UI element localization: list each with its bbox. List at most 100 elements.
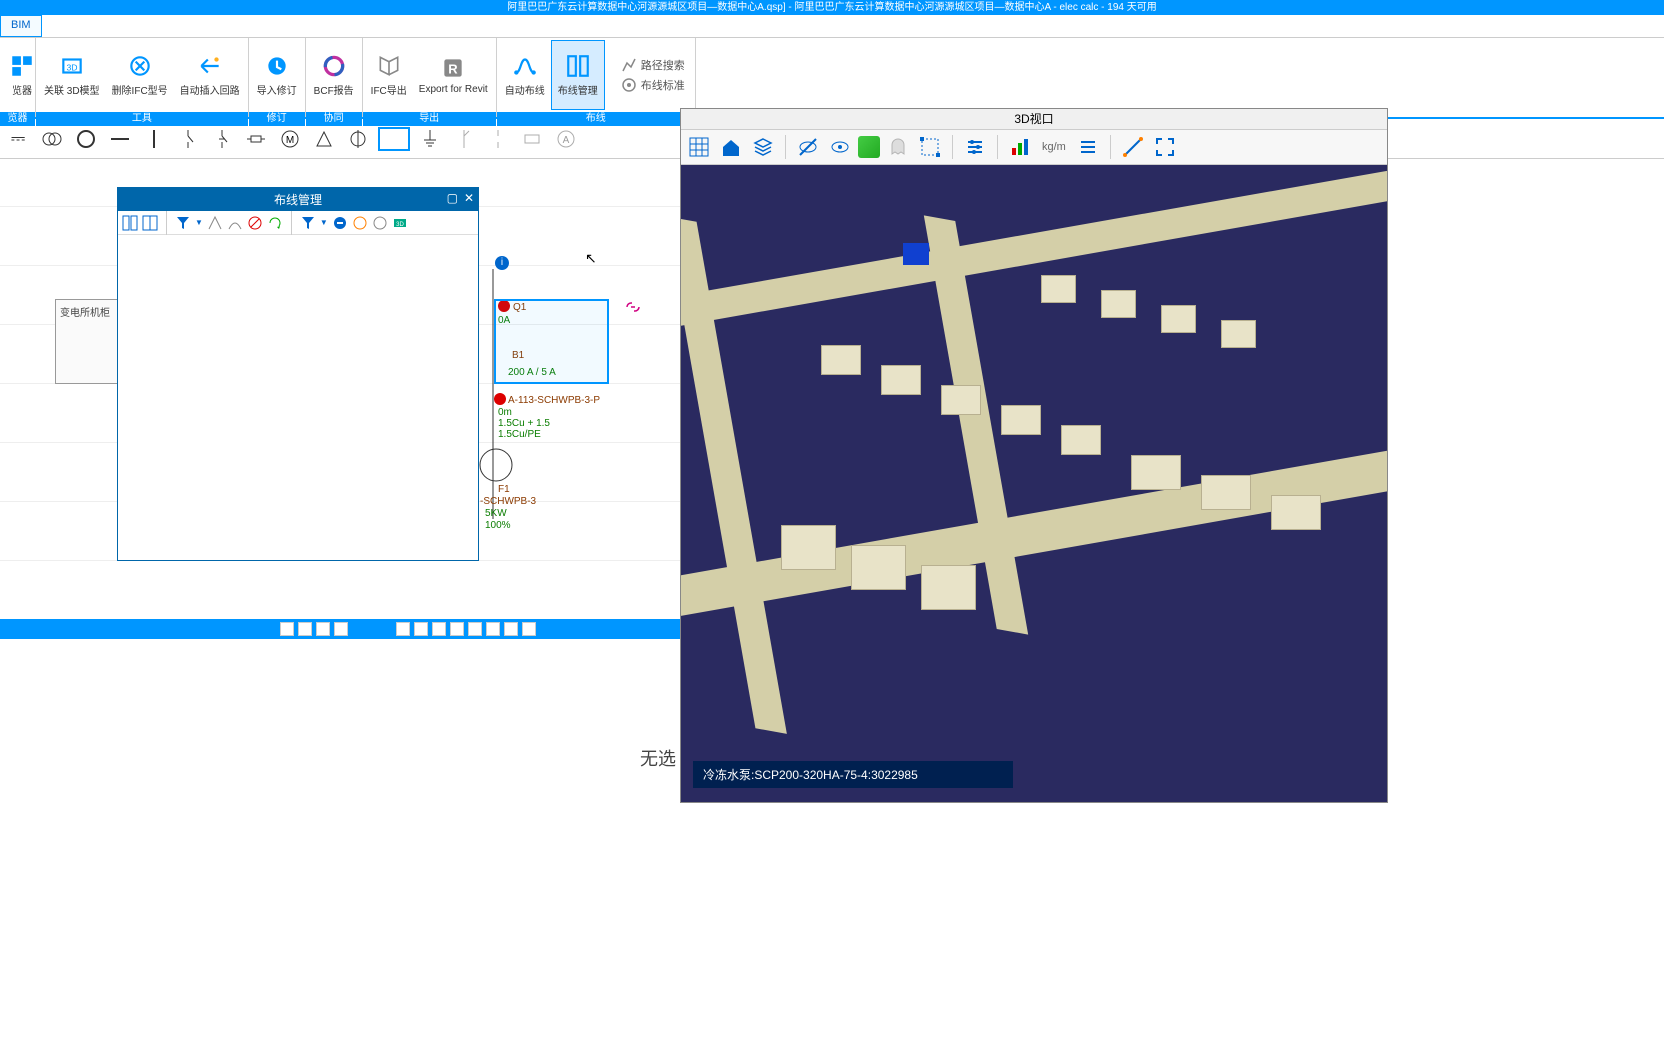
- path-search-button[interactable]: 路径搜索: [613, 55, 693, 75]
- filter-icon[interactable]: [175, 215, 191, 231]
- sb-view-6[interactable]: [486, 622, 500, 636]
- status-icon[interactable]: [352, 215, 368, 231]
- chart-icon[interactable]: [1006, 133, 1034, 161]
- filter2-dropdown-icon[interactable]: ▼: [320, 218, 328, 227]
- panel-box[interactable]: 变电所机柜: [55, 299, 120, 384]
- sb-view-2[interactable]: [414, 622, 428, 636]
- selected-3d-object[interactable]: [903, 243, 929, 265]
- viewport-canvas[interactable]: 冷冻水泵:SCP200-320HA-75-4:3022985: [681, 165, 1387, 802]
- panel-content[interactable]: [118, 235, 478, 560]
- bcf-report-button[interactable]: BCF报告: [308, 40, 360, 110]
- symbol-source[interactable]: ⎓: [4, 125, 32, 153]
- fit-icon[interactable]: [1151, 133, 1179, 161]
- symbol-box[interactable]: [518, 125, 546, 153]
- delete-ifc-button[interactable]: 删除IFC型号: [106, 40, 174, 110]
- sb-view-4[interactable]: [450, 622, 464, 636]
- error-icon[interactable]: [494, 393, 506, 405]
- symbol-disconnector[interactable]: [242, 125, 270, 153]
- select-box-icon[interactable]: [916, 133, 944, 161]
- viewport-toolbar: kg/m: [681, 129, 1387, 165]
- symbol-motor[interactable]: M: [276, 125, 304, 153]
- ribbon: 览器 览器 3D关联 3D模型 删除IFC型号 自动插入回路 工具 导入修订 修…: [0, 38, 1664, 119]
- grid-icon[interactable]: [685, 133, 713, 161]
- sb-view-8[interactable]: [522, 622, 536, 636]
- route-standard-button[interactable]: 布线标准: [613, 75, 693, 95]
- view3d-icon[interactable]: 3D: [392, 215, 408, 231]
- symbol-switch[interactable]: [174, 125, 202, 153]
- solid-icon[interactable]: [858, 136, 880, 158]
- sb-view-5[interactable]: [468, 622, 482, 636]
- layout-icon[interactable]: [122, 215, 138, 231]
- column-icon[interactable]: [142, 215, 158, 231]
- link-icon: [625, 299, 641, 315]
- svg-text:3D: 3D: [66, 62, 77, 72]
- route-management-button[interactable]: 布线管理: [551, 40, 605, 110]
- viewport-title: 3D视口: [681, 109, 1387, 129]
- export-revit-button[interactable]: RExport for Revit: [413, 40, 494, 110]
- sb-view-1[interactable]: [396, 622, 410, 636]
- symbol-contact[interactable]: [484, 125, 512, 153]
- symbol-ground[interactable]: [416, 125, 444, 153]
- window-title-bar: 阿里巴巴广东云计算数据中心河源源城区项目—数据中心A.qsp] - 阿里巴巴广东…: [0, 0, 1664, 15]
- kg-unit-label: kg/m: [1038, 141, 1070, 153]
- status-bar: [0, 619, 680, 639]
- symbol-transformer[interactable]: [38, 125, 66, 153]
- close-icon[interactable]: ✕: [464, 191, 474, 205]
- symbol-line[interactable]: [140, 125, 168, 153]
- hide-icon[interactable]: [794, 133, 822, 161]
- window-title: 阿里巴巴广东云计算数据中心河源源城区项目—数据中心A.qsp] - 阿里巴巴广东…: [507, 2, 1157, 13]
- refresh-icon[interactable]: [267, 215, 283, 231]
- settings-icon[interactable]: [961, 133, 989, 161]
- status2-icon[interactable]: [372, 215, 388, 231]
- no-selection-label: 无选: [640, 745, 676, 771]
- symbol-generator[interactable]: [72, 125, 100, 153]
- list-icon[interactable]: [1074, 133, 1102, 161]
- measure-icon[interactable]: [1119, 133, 1147, 161]
- sb-view-3[interactable]: [432, 622, 446, 636]
- symbol-breaker[interactable]: [208, 125, 236, 153]
- filter2-icon[interactable]: [300, 215, 316, 231]
- svg-text:A: A: [563, 135, 570, 146]
- panel-toolbar: ▼ ▼ 3D: [118, 211, 478, 235]
- symbol-busbar[interactable]: [106, 125, 134, 153]
- auto-route-button[interactable]: 自动布线: [499, 40, 551, 110]
- import-revision-button[interactable]: 导入修订: [251, 40, 303, 110]
- sb-view-7[interactable]: [504, 622, 518, 636]
- sb-tool-3[interactable]: [316, 622, 330, 636]
- path-a-icon[interactable]: [207, 215, 223, 231]
- viewport-3d: 3D视口 kg/m: [680, 108, 1388, 803]
- viewport-status-bar: 冷冻水泵:SCP200-320HA-75-4:3022985: [693, 761, 1013, 788]
- filter-dropdown-icon[interactable]: ▼: [195, 218, 203, 227]
- symbol-delta[interactable]: [310, 125, 338, 153]
- svg-text:M: M: [286, 135, 294, 146]
- symbol-ct[interactable]: [344, 125, 372, 153]
- show-icon[interactable]: [826, 133, 854, 161]
- cancel-icon[interactable]: [247, 215, 263, 231]
- ifc-export-button[interactable]: IFC导出: [365, 40, 413, 110]
- maximize-icon[interactable]: ▢: [447, 191, 458, 205]
- panel-title-bar[interactable]: 布线管理 ▢ ✕: [118, 188, 478, 211]
- cable-label: A-113-SCHWPB-3-P: [508, 394, 600, 407]
- path-b-icon[interactable]: [227, 215, 243, 231]
- symbol-junction[interactable]: [450, 125, 478, 153]
- selection-box: [494, 299, 609, 384]
- svg-text:3D: 3D: [396, 222, 404, 228]
- remove-icon[interactable]: [332, 215, 348, 231]
- link-3d-model-button[interactable]: 3D关联 3D模型: [38, 40, 106, 110]
- home-icon[interactable]: [717, 133, 745, 161]
- cable-pe: 1.5Cu/PE: [498, 428, 541, 441]
- sb-tool-2[interactable]: [298, 622, 312, 636]
- symbol-panel[interactable]: [378, 127, 410, 151]
- routing-management-panel[interactable]: 布线管理 ▢ ✕ ▼ ▼ 3D: [117, 187, 479, 561]
- auto-insert-loop-button[interactable]: 自动插入回路: [174, 40, 246, 110]
- sb-tool-4[interactable]: [334, 622, 348, 636]
- symbol-ammeter[interactable]: A: [552, 125, 580, 153]
- tab-bim[interactable]: BIM: [0, 15, 42, 37]
- layers-icon[interactable]: [749, 133, 777, 161]
- info-icon[interactable]: i: [495, 256, 509, 270]
- sb-tool-1[interactable]: [280, 622, 294, 636]
- svg-text:R: R: [449, 61, 459, 76]
- ribbon-tab-bar: BIM: [0, 15, 1664, 38]
- ghost-icon[interactable]: [884, 133, 912, 161]
- load-percent: 100%: [485, 519, 511, 532]
